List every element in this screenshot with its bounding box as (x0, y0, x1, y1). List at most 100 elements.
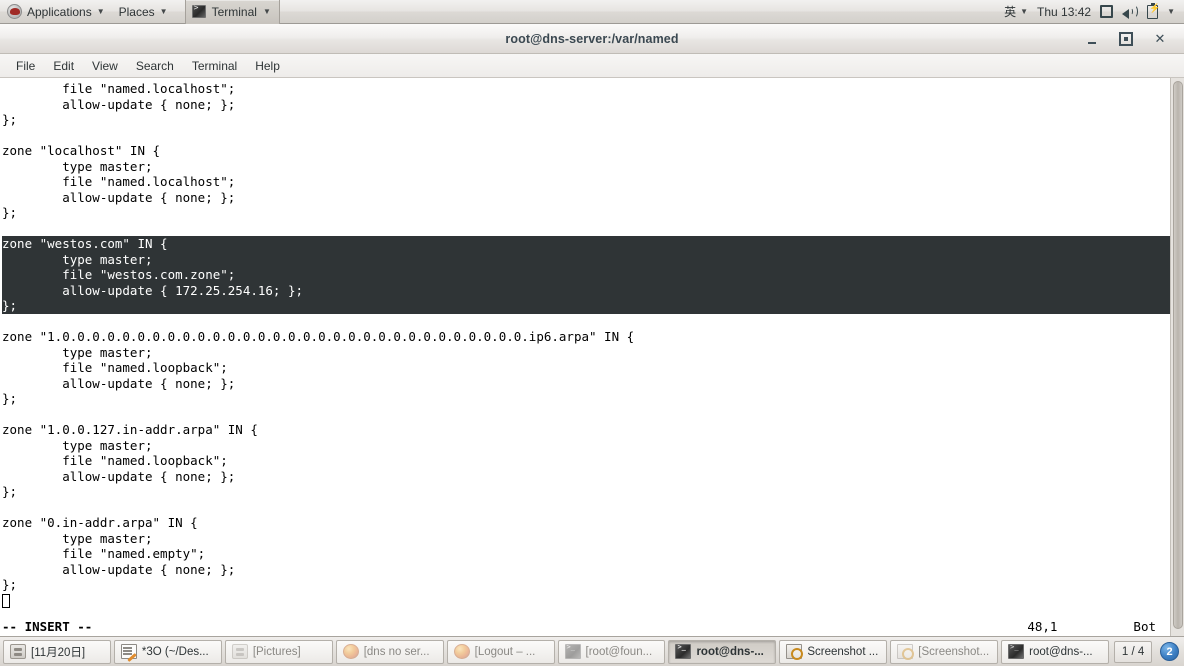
taskbar-item-label: [root@foun... (585, 645, 653, 658)
terminal-line: file "named.empty"; (2, 546, 206, 561)
menu-item-edit[interactable]: Edit (45, 57, 82, 75)
input-method-label: 英 (1004, 5, 1017, 19)
text-cursor (2, 593, 10, 608)
taskbar-item[interactable]: root@dns-... (668, 639, 777, 664)
terminal-line: allow-update { none; }; (2, 375, 236, 391)
terminal-line: allow-update { none; }; (2, 561, 236, 577)
taskbar-item[interactable]: [root@foun... (557, 639, 666, 664)
terminal-icon (191, 3, 206, 18)
vim-cursor-position: 48,1 (1027, 619, 1058, 635)
menu-item-file[interactable]: File (8, 57, 43, 75)
terminal-line: }; (2, 391, 18, 406)
terminal-line: allow-update { none; }; (2, 468, 236, 484)
terminal-selected-block: zone "westos.com" IN { type master; file… (2, 236, 1170, 314)
terminal-line: file "westos.com.zone"; (2, 267, 236, 282)
chevron-down-icon[interactable]: ▼ (1167, 7, 1175, 16)
notification-badge[interactable]: 2 (1160, 642, 1180, 661)
taskbar-item-label: [Pictures] (252, 645, 301, 658)
panel-status-area: 英 ▼ Thu 13:42 ▼ (1004, 0, 1184, 24)
applications-menu[interactable]: Applications ▼ (0, 0, 112, 24)
terminal-screen[interactable]: file "named.localhost"; allow-update { n… (0, 78, 1170, 636)
firefox-icon (453, 644, 470, 659)
scrollbar-thumb[interactable] (1173, 81, 1183, 629)
terminal-line: type master; (2, 344, 153, 360)
applications-menu-label: Applications (27, 4, 92, 19)
terminal-icon (1008, 643, 1025, 659)
terminal-line: zone "localhost" IN { (2, 143, 161, 158)
vim-mode-indicator: -- INSERT -- (2, 619, 93, 635)
terminal-window: root@dns-server:/var/named ✕ File Edit V… (0, 24, 1184, 636)
screenshot-icon (786, 644, 804, 660)
maximize-button[interactable] (1118, 31, 1134, 47)
vim-scroll-location: Bot (1133, 619, 1156, 635)
vim-status-line: -- INSERT -- 48,1 Bot (0, 618, 1170, 636)
taskbar-item-label: [11月20日] (31, 646, 86, 659)
terminal-line: file "named.loopback"; (2, 360, 228, 375)
terminal-area: file "named.localhost"; allow-update { n… (0, 78, 1184, 636)
panel-window-terminal[interactable]: Terminal ▼ (184, 0, 280, 24)
terminal-cursor-line (2, 593, 1170, 609)
display-icon[interactable] (1100, 5, 1114, 18)
places-menu-label: Places (118, 4, 155, 19)
chevron-down-icon: ▼ (1020, 6, 1029, 16)
taskbar-item[interactable]: [Screenshot... (890, 639, 999, 664)
input-method-indicator[interactable]: 英 ▼ (1004, 3, 1028, 20)
taskbar-item-label: root@dns-... (1029, 645, 1093, 658)
terminal-icon (564, 643, 581, 659)
window-controls: ✕ (1084, 24, 1178, 54)
redhat-logo-icon (7, 4, 22, 19)
panel-window-label: Terminal (211, 4, 257, 19)
taskbar-item[interactable]: [Logout – ... (446, 639, 555, 664)
taskbar-item[interactable]: *3O (~/Des... (113, 639, 222, 664)
battery-icon[interactable] (1147, 2, 1160, 19)
terminal-line: allow-update { 172.25.254.16; }; (2, 282, 304, 298)
terminal-line: }; (2, 577, 18, 592)
firefox-icon (342, 644, 359, 659)
terminal-line: type master; (2, 158, 153, 174)
chevron-down-icon: ▼ (159, 6, 168, 16)
terminal-line: }; (2, 298, 18, 313)
close-button[interactable]: ✕ (1152, 31, 1168, 47)
screenshot-icon (897, 644, 915, 660)
taskbar-item-label: root@dns-... (696, 645, 764, 658)
terminal-scrollbar[interactable] (1170, 78, 1184, 636)
terminal-icon (675, 643, 692, 659)
menu-item-search[interactable]: Search (128, 57, 182, 75)
menu-item-terminal[interactable]: Terminal (184, 57, 245, 75)
window-titlebar[interactable]: root@dns-server:/var/named ✕ (0, 24, 1184, 54)
workspace-switcher[interactable]: 1 / 4 (1114, 640, 1153, 663)
terminal-line: type master; (2, 530, 153, 546)
minimize-button[interactable] (1084, 31, 1100, 47)
gedit-icon (120, 644, 137, 659)
terminal-line: type master; (2, 251, 153, 267)
menu-item-help[interactable]: Help (247, 57, 288, 75)
terminal-line: zone "1.0.0.127.in-addr.arpa" IN { (2, 422, 258, 437)
bottom-taskbar: [11月20日] *3O (~/Des... [Pictures] [dns no s… (0, 636, 1184, 666)
terminal-line: }; (2, 205, 18, 220)
terminal-line: allow-update { none; }; (2, 189, 236, 205)
terminal-line: }; (2, 112, 18, 127)
taskbar-item[interactable]: root@dns-... (1001, 639, 1110, 664)
files-icon (231, 644, 248, 659)
terminal-line: }; (2, 484, 18, 499)
chevron-down-icon: ▼ (96, 6, 105, 16)
terminal-line: file "named.loopback"; (2, 453, 228, 468)
places-menu[interactable]: Places ▼ (112, 0, 175, 24)
terminal-line: type master; (2, 437, 153, 453)
menu-item-view[interactable]: View (84, 57, 126, 75)
taskbar-item[interactable]: [dns no ser... (335, 639, 444, 664)
chevron-down-icon: ▼ (262, 6, 271, 16)
terminal-line: zone "1.0.0.0.0.0.0.0.0.0.0.0.0.0.0.0.0.… (2, 329, 635, 344)
taskbar-item-label: Screenshot ... (807, 645, 879, 658)
taskbar-item[interactable]: [Pictures] (224, 639, 333, 664)
taskbar-item-label: [Logout – ... (474, 645, 536, 658)
taskbar-item[interactable]: [11月20日] (3, 639, 111, 664)
taskbar-item[interactable]: Screenshot ... (779, 639, 888, 664)
volume-icon[interactable] (1122, 5, 1139, 19)
window-title: root@dns-server:/var/named (505, 31, 679, 46)
clock[interactable]: Thu 13:42 (1037, 5, 1091, 19)
taskbar-item-label: *3O (~/Des... (141, 645, 209, 658)
